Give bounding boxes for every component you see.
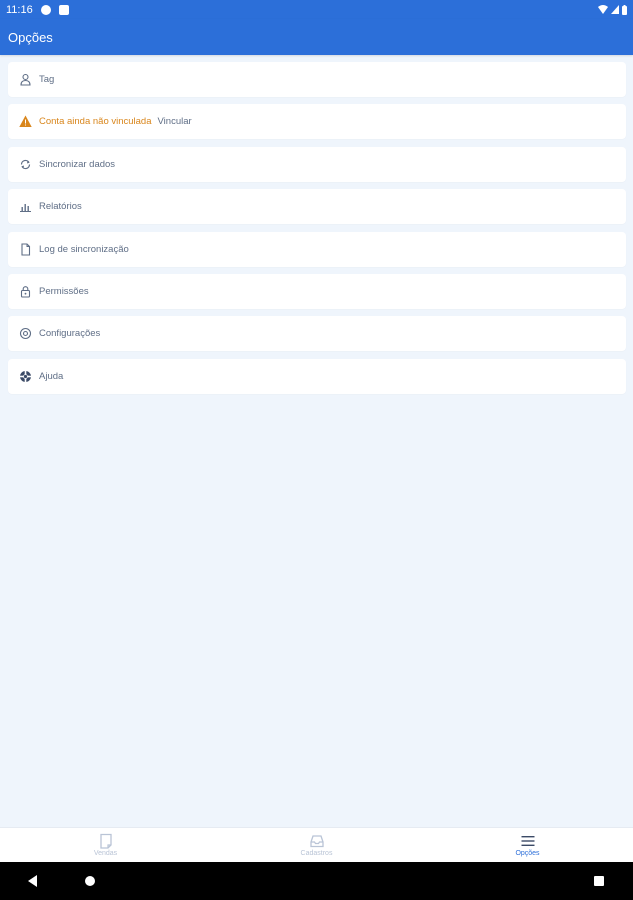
app-bar: Opções — [0, 19, 633, 55]
menu-item-sync[interactable]: Sincronizar dados — [8, 146, 626, 182]
receipt-icon — [99, 833, 112, 849]
menu-item-label: Tag — [39, 74, 55, 85]
battery-icon — [622, 4, 627, 15]
menu-item-help[interactable]: Ajuda — [8, 358, 626, 394]
system-navigation-bar — [0, 862, 633, 900]
document-icon — [19, 243, 32, 256]
status-time: 11:16 — [6, 3, 33, 16]
menu-item-label: Sincronizar dados — [39, 158, 116, 170]
home-icon[interactable] — [85, 876, 95, 886]
menu-item-label: Ajuda — [39, 370, 64, 382]
nav-tab-opcoes[interactable]: Opções — [422, 828, 633, 862]
sd-card-icon — [58, 4, 69, 15]
nav-tab-label: Cadastros — [300, 850, 333, 857]
menu-item-label: Configurações — [39, 328, 101, 340]
menu-item-label: Log de sincronização — [39, 243, 129, 255]
nav-tab-cadastros[interactable]: Cadastros — [211, 828, 422, 862]
bar-chart-icon — [19, 200, 32, 213]
bottom-navigation: Vendas Cadastros Opções — [0, 827, 633, 862]
menu-item-label: Permissões — [39, 285, 89, 297]
page-title: Opções — [8, 29, 53, 45]
help-lifebuoy-icon — [19, 370, 32, 383]
settings-icon — [19, 327, 32, 340]
link-account-button[interactable]: Vincular — [158, 116, 192, 127]
notification-app-icon — [40, 4, 51, 15]
signal-icon — [611, 5, 619, 14]
person-icon — [19, 73, 32, 86]
nav-tab-vendas[interactable]: Vendas — [0, 828, 211, 862]
lock-icon — [19, 285, 32, 298]
status-right-icons — [598, 4, 627, 15]
menu-item-reports[interactable]: Relatórios — [8, 189, 626, 225]
menu-item-label: Relatórios — [39, 201, 82, 213]
menu-item-sync-log[interactable]: Log de sincronização — [8, 231, 626, 267]
wifi-icon — [598, 5, 608, 14]
menu-icon — [521, 836, 534, 846]
sync-icon — [19, 158, 32, 171]
warning-icon — [19, 115, 32, 128]
menu-item-account-link[interactable]: Conta ainda não vinculada Vincular — [8, 104, 626, 140]
status-bar: 11:16 — [0, 0, 633, 19]
back-icon[interactable] — [28, 875, 37, 887]
inbox-icon — [309, 835, 324, 848]
menu-item-permissions[interactable]: Permissões — [8, 273, 626, 309]
menu-item-settings[interactable]: Configurações — [8, 316, 626, 352]
recent-apps-icon[interactable] — [594, 876, 604, 886]
nav-tab-label: Vendas — [93, 850, 118, 857]
nav-tab-label: Opções — [515, 850, 540, 857]
options-list: Tag Conta ainda não vinculada Vincular S… — [8, 62, 626, 401]
account-status-text: Conta ainda não vinculada — [39, 116, 152, 128]
menu-item-tag[interactable]: Tag — [8, 62, 626, 97]
